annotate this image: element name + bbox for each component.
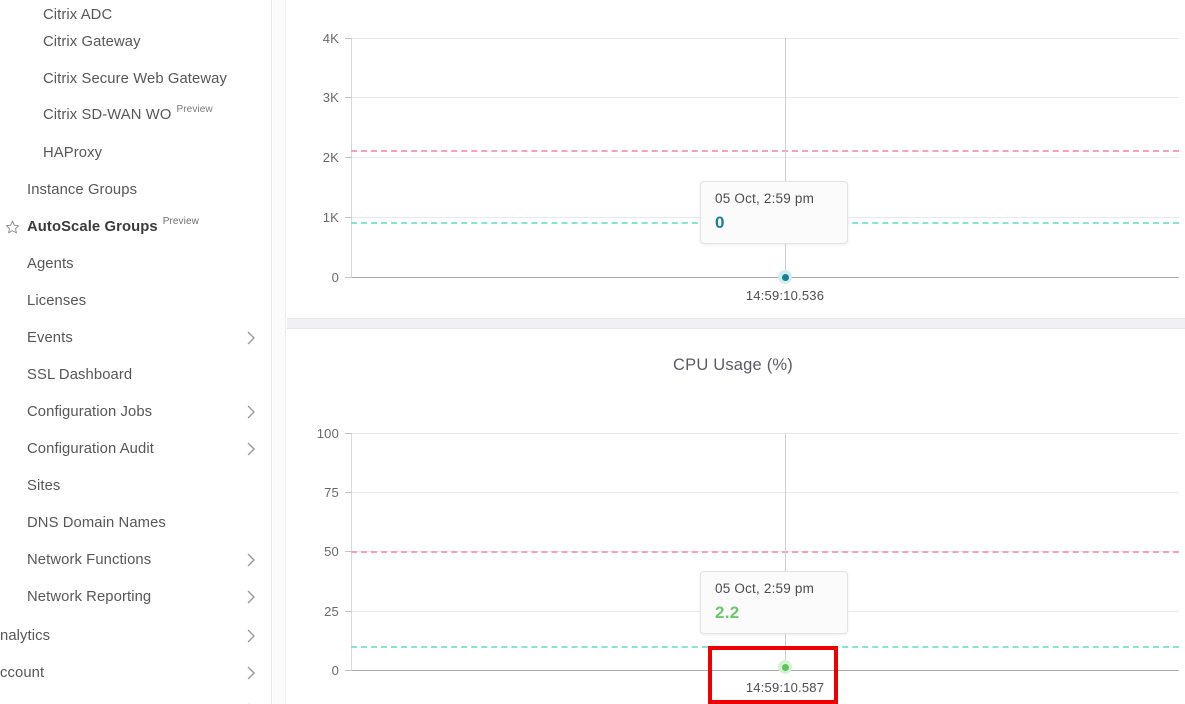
chart-panel-cpu-usage: CPU Usage (%) 100 75 50 25 0 14:59:10.58… [287, 330, 1179, 704]
data-point-marker[interactable] [778, 660, 792, 674]
y-tick-label: 50 [324, 544, 339, 559]
sidebar-item-network-functions[interactable]: Network Functions [0, 541, 271, 578]
sidebar-item-dns-domain-names[interactable]: DNS Domain Names [0, 504, 271, 541]
sidebar-item-label: DNS Domain Names [27, 514, 166, 531]
sidebar-item-configuration-audit[interactable]: Configuration Audit [0, 430, 271, 467]
chevron-right-icon[interactable] [246, 589, 256, 605]
sidebar-navigation: Citrix ADC Citrix Gateway Citrix Secure We… [0, 0, 272, 704]
chevron-right-icon[interactable] [246, 552, 256, 568]
y-tick-mark [345, 277, 352, 278]
sidebar-item-label: Agents [27, 255, 74, 272]
sidebar-item-nalytics[interactable]: nalytics [0, 617, 271, 654]
sidebar-item-ssl-dashboard[interactable]: SSL Dashboard [0, 356, 271, 393]
sidebar-item-haproxy[interactable]: HAProxy [0, 134, 271, 171]
sidebar-item-configuration-jobs[interactable]: Configuration Jobs [0, 393, 271, 430]
sidebar-item-label: HAProxy [43, 144, 103, 161]
sidebar-item-label: SSL Dashboard [27, 366, 133, 383]
gridline [351, 433, 1179, 434]
sidebar-item-label: Configuration Audit [27, 440, 154, 457]
y-tick-mark [345, 611, 352, 612]
sidebar-item-label: nalytics [0, 627, 51, 644]
y-tick-mark [345, 433, 352, 434]
data-point-marker[interactable] [778, 270, 792, 284]
sidebar-item-ccount[interactable]: ccount [0, 654, 271, 691]
tooltip-value: 2.2 [715, 603, 740, 622]
y-tick-mark [345, 492, 352, 493]
sidebar-item-label: Network Functions [27, 551, 152, 568]
plot-area-throughput: 4K 3K 2K 1K 0 14:59:10.536 05 Oct, 2:59 … [287, 0, 1179, 318]
chart-panel-throughput: 4K 3K 2K 1K 0 14:59:10.536 05 Oct, 2:59 … [287, 0, 1179, 318]
sidebar-item-label: Instance Groups [27, 181, 138, 198]
y-tick-mark [345, 217, 352, 218]
y-tick-mark [345, 157, 352, 158]
gridline [351, 157, 1179, 158]
sidebar-item-label: Citrix ADC [43, 6, 113, 23]
tooltip-timestamp: 05 Oct, 2:59 pm [715, 581, 815, 596]
sidebar-item-label: Citrix Gateway [43, 33, 141, 50]
chart-tooltip: 05 Oct, 2:59 pm 2.2 [700, 571, 848, 634]
chevron-right-icon[interactable] [246, 404, 256, 420]
gridline [351, 97, 1179, 98]
preview-badge: Preview [176, 104, 213, 115]
sidebar-item-label: Licenses [27, 292, 87, 309]
sidebar-item-label: ccount [0, 664, 45, 681]
y-tick-label: 2K [322, 150, 339, 165]
y-tick-mark [345, 38, 352, 39]
crosshair-line [785, 433, 786, 670]
chart-tooltip: 05 Oct, 2:59 pm 0 [700, 181, 848, 244]
sidebar-item-autoscale-groups[interactable]: AutoScale Groups Preview [0, 208, 271, 245]
sidebar-item-label: Citrix Secure Web Gateway [43, 70, 227, 87]
sidebar-item-label: Citrix SD-WAN WO [43, 106, 172, 123]
charts-content-area: 4K 3K 2K 1K 0 14:59:10.536 05 Oct, 2:59 … [273, 0, 1185, 704]
gridline [351, 492, 1179, 493]
data-point-core [781, 273, 789, 281]
sidebar-item-citrix-gateway[interactable]: Citrix Gateway [0, 23, 271, 60]
y-tick-label: 1K [322, 210, 339, 225]
y-tick-label: 100 [316, 426, 339, 441]
x-axis-tick-label: 14:59:10.587 [745, 680, 825, 695]
chevron-right-icon[interactable] [246, 441, 256, 457]
sidebar-item-label: Configuration Jobs [27, 403, 153, 420]
y-tick-label: 3K [322, 90, 339, 105]
tooltip-value: 0 [715, 213, 725, 232]
y-tick-mark [345, 97, 352, 98]
y-tick-label: 0 [331, 270, 339, 285]
sidebar-item-label: AutoScale Groups [27, 218, 158, 235]
sidebar-item-instance-groups[interactable]: Instance Groups [0, 171, 271, 208]
threshold-line-upper [351, 150, 1179, 152]
x-axis-line [351, 670, 1179, 671]
sidebar-item-item-19[interactable] [0, 691, 271, 704]
preview-badge: Preview [162, 216, 199, 227]
sidebar-item-citrix-sd-wan-wo[interactable]: Citrix SD-WAN WO Preview [0, 96, 271, 133]
chevron-right-icon[interactable] [246, 330, 256, 346]
sidebar-item-agents[interactable]: Agents [0, 245, 271, 282]
sidebar-item-network-reporting[interactable]: Network Reporting [0, 578, 271, 615]
gridline [351, 38, 1179, 39]
star-icon[interactable] [4, 218, 21, 235]
threshold-line-upper [351, 551, 1179, 553]
sidebar-item-label: Sites [27, 477, 61, 494]
y-tick-label: 4K [322, 31, 339, 46]
sidebar-item-sites[interactable]: Sites [0, 467, 271, 504]
x-axis-line [351, 277, 1179, 278]
sidebar-item-label: Network Reporting [27, 588, 152, 605]
panel-divider [287, 318, 1185, 329]
plot-area-cpu-usage: 100 75 50 25 0 14:59:10.587 05 Oct, 2:59… [287, 330, 1179, 704]
content-left-gutter [273, 0, 286, 704]
sidebar-item-licenses[interactable]: Licenses [0, 282, 271, 319]
tooltip-timestamp: 05 Oct, 2:59 pm [715, 191, 815, 206]
threshold-line-lower [351, 646, 1179, 648]
chevron-right-icon[interactable] [246, 665, 256, 681]
data-point-core [781, 663, 789, 671]
y-tick-label: 75 [324, 485, 339, 500]
app-root: Citrix ADC Citrix Gateway Citrix Secure We… [0, 0, 1185, 704]
x-axis-tick-label: 14:59:10.536 [745, 288, 825, 303]
y-tick-label: 25 [324, 604, 339, 619]
chevron-right-icon[interactable] [246, 628, 256, 644]
y-tick-label: 0 [331, 663, 339, 678]
y-tick-mark [345, 670, 352, 671]
sidebar-item-label: Events [27, 329, 73, 346]
sidebar-item-events[interactable]: Events [0, 319, 271, 356]
sidebar-item-citrix-secure-web-gateway[interactable]: Citrix Secure Web Gateway [0, 60, 271, 97]
